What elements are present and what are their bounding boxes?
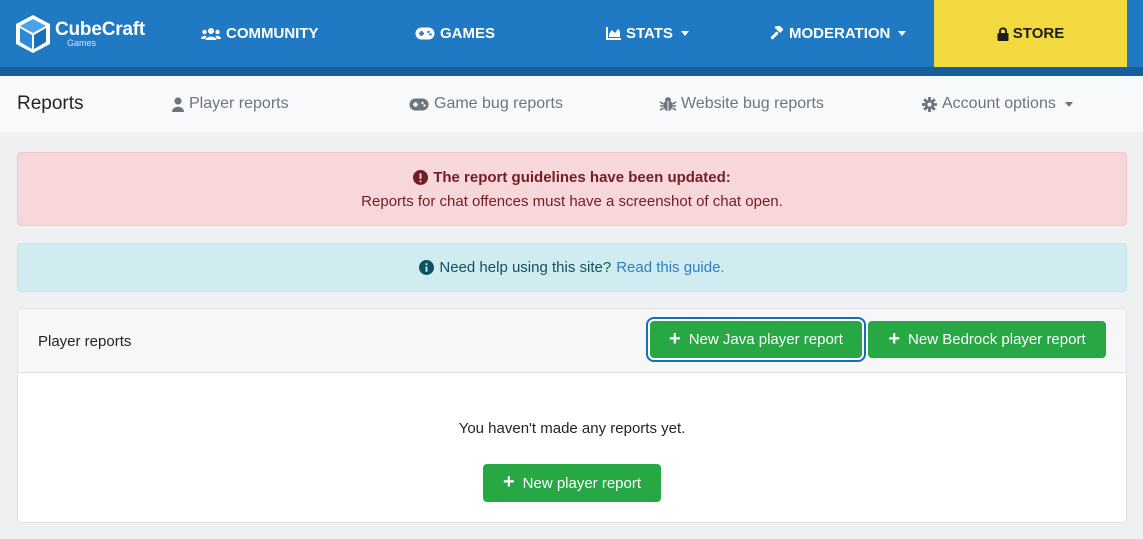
subnav-website-bug-reports[interactable]: Website bug reports xyxy=(660,76,824,132)
bug-icon xyxy=(660,97,676,111)
chevron-down-icon xyxy=(680,31,689,36)
empty-state-text: You haven't made any reports yet. xyxy=(458,420,686,437)
subnav-player-reports[interactable]: Player reports xyxy=(172,76,289,132)
guidelines-alert-heading: The report guidelines have been updated: xyxy=(433,169,731,186)
nav-games-label: GAMES xyxy=(440,25,496,42)
gavel-icon xyxy=(770,26,784,40)
nav-community-label: COMMUNITY xyxy=(226,25,319,42)
chart-area-icon xyxy=(606,27,621,40)
info-circle-icon xyxy=(419,260,435,275)
nav-store[interactable]: STORE xyxy=(934,0,1127,67)
gamepad-icon xyxy=(415,27,435,40)
nav-stats[interactable]: STATS xyxy=(606,0,689,67)
card-title: Player reports xyxy=(38,332,132,350)
plus-icon: + xyxy=(669,327,681,350)
nav-games[interactable]: GAMES xyxy=(415,0,495,67)
user-icon xyxy=(172,96,184,112)
subnav-game-bug-reports-label: Game bug reports xyxy=(434,95,563,112)
subnav-player-reports-label: Player reports xyxy=(189,95,289,112)
subnav-game-bug-reports[interactable]: Game bug reports xyxy=(409,76,563,132)
read-guide-link[interactable]: Read this guide. xyxy=(616,259,724,276)
top-navbar: CubeCraft Games COMMUNITY GAMES STATS MO… xyxy=(0,0,1143,76)
new-player-report-label: New player report xyxy=(522,474,642,492)
brand-text: CubeCraft Games xyxy=(55,20,145,48)
help-alert-text: Need help using this site? xyxy=(439,259,612,276)
nav-store-label: STORE xyxy=(1012,25,1065,42)
new-player-report-button[interactable]: + New player report xyxy=(483,464,661,502)
new-java-report-button[interactable]: + New Java player report xyxy=(650,321,862,358)
player-reports-card: Player reports + New Java player report … xyxy=(17,308,1127,523)
help-alert: Need help using this site? Read this gui… xyxy=(17,243,1127,292)
subnav-website-bug-reports-label: Website bug reports xyxy=(681,95,824,112)
gear-icon xyxy=(922,96,937,112)
card-header: Player reports + New Java player report … xyxy=(18,309,1126,373)
nav-stats-label: STATS xyxy=(626,25,673,42)
nav-moderation-label: MODERATION xyxy=(789,25,891,42)
plus-icon: + xyxy=(502,471,515,493)
gamepad-icon xyxy=(409,98,429,110)
lock-icon xyxy=(997,26,1009,41)
plus-icon: + xyxy=(888,327,901,350)
new-bedrock-report-label: New Bedrock player report xyxy=(908,331,1086,348)
cubecraft-logo[interactable]: CubeCraft Games xyxy=(15,13,145,55)
exclamation-circle-icon xyxy=(413,170,429,185)
subnav-account-options[interactable]: Account options xyxy=(922,76,1073,132)
subnav-account-options-label: Account options xyxy=(942,95,1056,112)
chevron-down-icon xyxy=(1064,101,1073,107)
navbar-bottom-stripe xyxy=(0,67,1143,76)
reports-subnav: Reports Player reports Game bug reports … xyxy=(0,76,1143,132)
nav-community[interactable]: COMMUNITY xyxy=(201,0,319,67)
cube-logo-icon xyxy=(16,15,50,53)
subnav-title[interactable]: Reports xyxy=(17,76,84,132)
guidelines-alert-heading-row: The report guidelines have been updated: xyxy=(18,169,1126,186)
users-icon xyxy=(201,27,221,40)
new-java-report-label: New Java player report xyxy=(688,331,843,348)
guidelines-alert: The report guidelines have been updated:… xyxy=(17,152,1127,226)
nav-moderation[interactable]: MODERATION xyxy=(769,0,907,67)
brand-sub: Games xyxy=(67,38,97,48)
chevron-down-icon xyxy=(898,31,907,36)
guidelines-alert-body: Reports for chat offences must have a sc… xyxy=(361,193,783,210)
brand-name: CubeCraft xyxy=(55,19,146,40)
new-bedrock-report-button[interactable]: + New Bedrock player report xyxy=(868,321,1106,358)
